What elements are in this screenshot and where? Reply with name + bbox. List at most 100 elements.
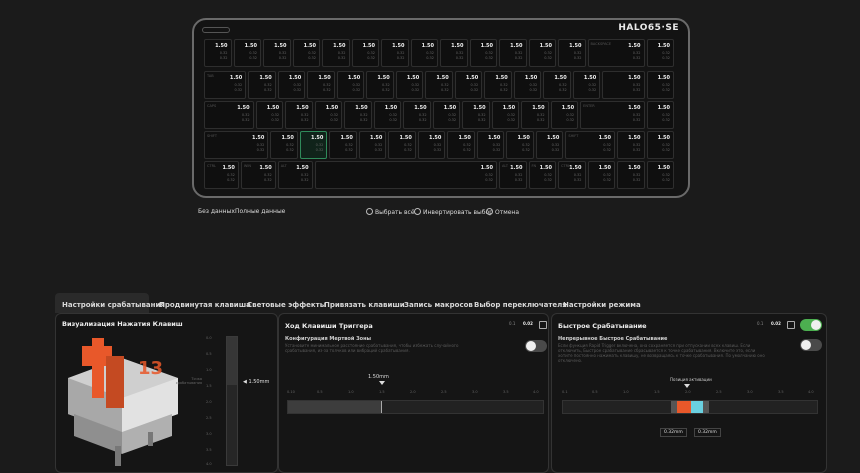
trigger-slider-track[interactable] xyxy=(287,400,544,414)
trigger-info-icon[interactable] xyxy=(539,321,547,329)
rapid-info-icon[interactable] xyxy=(787,321,795,329)
key[interactable]: 1.50 0.32 0.32 xyxy=(329,131,357,159)
tab-actuation[interactable]: Настройки срабатывания xyxy=(62,301,165,309)
key[interactable]: 1.50 0.32 0.32 xyxy=(521,101,549,129)
key[interactable]: 1.50 0.32 0.32 xyxy=(314,101,343,129)
key[interactable]: 1.50 0.32 0.32 xyxy=(646,161,674,189)
trigger-mode-a[interactable]: 0.1 xyxy=(509,321,515,326)
invert-selection-button[interactable]: Инвертировать выбор xyxy=(414,208,493,216)
no-data-button[interactable]: Без данных xyxy=(198,208,235,215)
key[interactable]: 1.50 0.32 0.32 xyxy=(395,71,424,99)
key[interactable]: 1.50 0.32 0.32 xyxy=(587,161,615,189)
key[interactable]: 1.50 0.32 0.32 xyxy=(285,101,313,129)
key[interactable]: SHIFT 1.50 0.32 0.32 xyxy=(204,131,269,159)
key[interactable]: 1.50 0.32 0.32 xyxy=(351,39,379,67)
rapid-toggle[interactable] xyxy=(800,319,822,331)
tab-switch[interactable]: Выбор переключателя xyxy=(474,301,567,309)
tab-advanced-key[interactable]: Продвинутая клавиша xyxy=(159,301,251,309)
key[interactable]: 1.50 0.32 0.32 xyxy=(462,101,490,129)
key[interactable]: 1.50 0.32 0.32 xyxy=(373,101,402,129)
tab-keybind[interactable]: Привязать клавиши xyxy=(324,301,405,309)
key[interactable]: 1.50 0.32 0.32 xyxy=(646,39,674,67)
cancel-button[interactable]: Отмена xyxy=(486,208,519,216)
key-release-value: 0.32 xyxy=(433,148,442,152)
key-press-value: 0.32 xyxy=(337,51,346,55)
key[interactable]: ALT 1.50 0.32 0.32 xyxy=(499,161,527,189)
key[interactable]: 1.50 0.32 0.32 xyxy=(270,131,298,159)
key[interactable]: 1.50 0.32 0.32 xyxy=(484,71,512,99)
key[interactable]: 1.50 0.32 0.32 xyxy=(506,131,534,159)
key-release-value: 0.32 xyxy=(603,148,611,152)
continuous-toggle[interactable] xyxy=(800,339,822,351)
key[interactable]: 1.50 0.32 0.32 xyxy=(602,71,645,99)
key[interactable]: 1.50 0.32 0.32 xyxy=(617,131,645,159)
key[interactable]: 1.50 0.32 0.32 xyxy=(336,71,365,99)
key[interactable]: 1.50 0.32 0.32 xyxy=(476,131,505,159)
key[interactable]: 1.50 0.32 0.32 xyxy=(248,71,276,99)
rapid-mode-a[interactable]: 0.1 xyxy=(757,321,763,326)
key[interactable]: 1.50 0.32 0.32 xyxy=(277,71,306,99)
key[interactable]: 1.50 0.32 0.32 xyxy=(425,71,453,99)
key[interactable]: 1.50 0.32 0.32 xyxy=(491,101,520,129)
key[interactable]: 1.50 0.32 0.32 xyxy=(417,131,446,159)
key[interactable]: 1.50 0.32 0.32 xyxy=(646,131,674,159)
key-press-value: 0.32 xyxy=(455,51,464,55)
key[interactable]: 1.50 0.32 0.32 xyxy=(558,39,586,67)
key[interactable]: 1.50 0.32 0.32 xyxy=(255,101,284,129)
select-all-button[interactable]: Выбрать всё xyxy=(366,208,415,216)
key[interactable]: 1.50 0.32 0.32 xyxy=(204,39,232,67)
tab-lighting[interactable]: Световые эффекты xyxy=(247,301,326,309)
key[interactable]: 1.50 0.32 0.32 xyxy=(263,39,291,67)
key[interactable]: 1.50 0.32 0.32 xyxy=(646,101,674,129)
key[interactable]: 1.50 0.32 0.32 xyxy=(233,39,261,67)
dead-zone-toggle[interactable] xyxy=(525,340,547,352)
key[interactable]: CTRL 1.50 0.32 0.32 xyxy=(558,161,586,189)
key[interactable]: 1.50 0.32 0.32 xyxy=(388,131,416,159)
key[interactable]: 1.50 0.32 0.32 xyxy=(344,101,372,129)
key[interactable]: SHIFT 1.50 0.32 0.32 xyxy=(565,131,615,159)
key[interactable]: ALT 1.50 0.32 0.32 xyxy=(277,161,313,189)
key[interactable]: FN 1.50 0.32 0.32 xyxy=(528,161,556,189)
key[interactable]: TAB 1.50 0.32 0.32 xyxy=(204,71,247,99)
trigger-tick-2: 1.0 xyxy=(348,390,354,394)
key[interactable]: CTRL 1.50 0.32 0.32 xyxy=(204,161,239,189)
key-release-value: 0.32 xyxy=(573,178,582,182)
key[interactable]: WIN 1.50 0.32 0.32 xyxy=(240,161,276,189)
key[interactable]: 1.50 0.32 0.32 xyxy=(366,71,394,99)
key[interactable]: 1.50 0.32 0.32 xyxy=(550,101,579,129)
key[interactable]: 1.50 0.32 0.32 xyxy=(528,39,556,67)
key[interactable]: 1.50 0.32 0.32 xyxy=(572,71,601,99)
key[interactable]: 1.50 0.32 0.32 xyxy=(403,101,431,129)
key[interactable]: 1.50 0.32 0.32 xyxy=(617,161,645,189)
key[interactable]: BACKSPACE 1.50 0.32 0.32 xyxy=(587,39,645,67)
key[interactable]: 1.50 0.32 0.32 xyxy=(299,131,328,159)
key[interactable]: 1.50 0.32 0.32 xyxy=(432,101,461,129)
key[interactable]: 1.50 0.32 0.32 xyxy=(513,71,542,99)
key[interactable]: CAPS 1.50 0.32 0.32 xyxy=(204,101,254,129)
key[interactable]: 1.50 0.32 0.32 xyxy=(447,131,475,159)
key[interactable]: 1.50 0.32 0.32 xyxy=(646,71,674,99)
tab-mode[interactable]: Настройки режима xyxy=(563,301,641,309)
key[interactable]: 1.50 0.32 0.32 xyxy=(469,39,497,67)
key[interactable]: 1.50 0.32 0.32 xyxy=(381,39,409,67)
key[interactable]: 1.50 0.32 0.32 xyxy=(440,39,468,67)
key[interactable]: 1.50 0.32 0.32 xyxy=(292,39,320,67)
key-release-value: 0.32 xyxy=(544,178,552,182)
trigger-mode-b[interactable]: 0.02 xyxy=(523,321,533,326)
key[interactable]: 1.50 0.32 0.32 xyxy=(410,39,438,67)
rapid-release-handle[interactable] xyxy=(703,401,709,413)
key[interactable]: 1.50 0.32 0.32 xyxy=(307,71,335,99)
tab-macros[interactable]: Запись макросов xyxy=(404,301,473,309)
trigger-slider-handle[interactable] xyxy=(381,401,382,413)
key[interactable]: 1.50 0.32 0.32 xyxy=(314,161,497,189)
rapid-slider-track[interactable] xyxy=(562,400,818,414)
key[interactable]: 1.50 0.32 0.32 xyxy=(535,131,564,159)
full-data-button[interactable]: Полные данные xyxy=(235,208,285,215)
key[interactable]: 1.50 0.32 0.32 xyxy=(499,39,527,67)
rapid-mode-b[interactable]: 0.02 xyxy=(771,321,781,326)
key[interactable]: 1.50 0.32 0.32 xyxy=(358,131,387,159)
key[interactable]: 1.50 0.32 0.32 xyxy=(543,71,571,99)
key[interactable]: ENTER 1.50 0.32 0.32 xyxy=(580,101,645,129)
key[interactable]: 1.50 0.32 0.32 xyxy=(322,39,350,67)
key[interactable]: 1.50 0.32 0.32 xyxy=(454,71,483,99)
